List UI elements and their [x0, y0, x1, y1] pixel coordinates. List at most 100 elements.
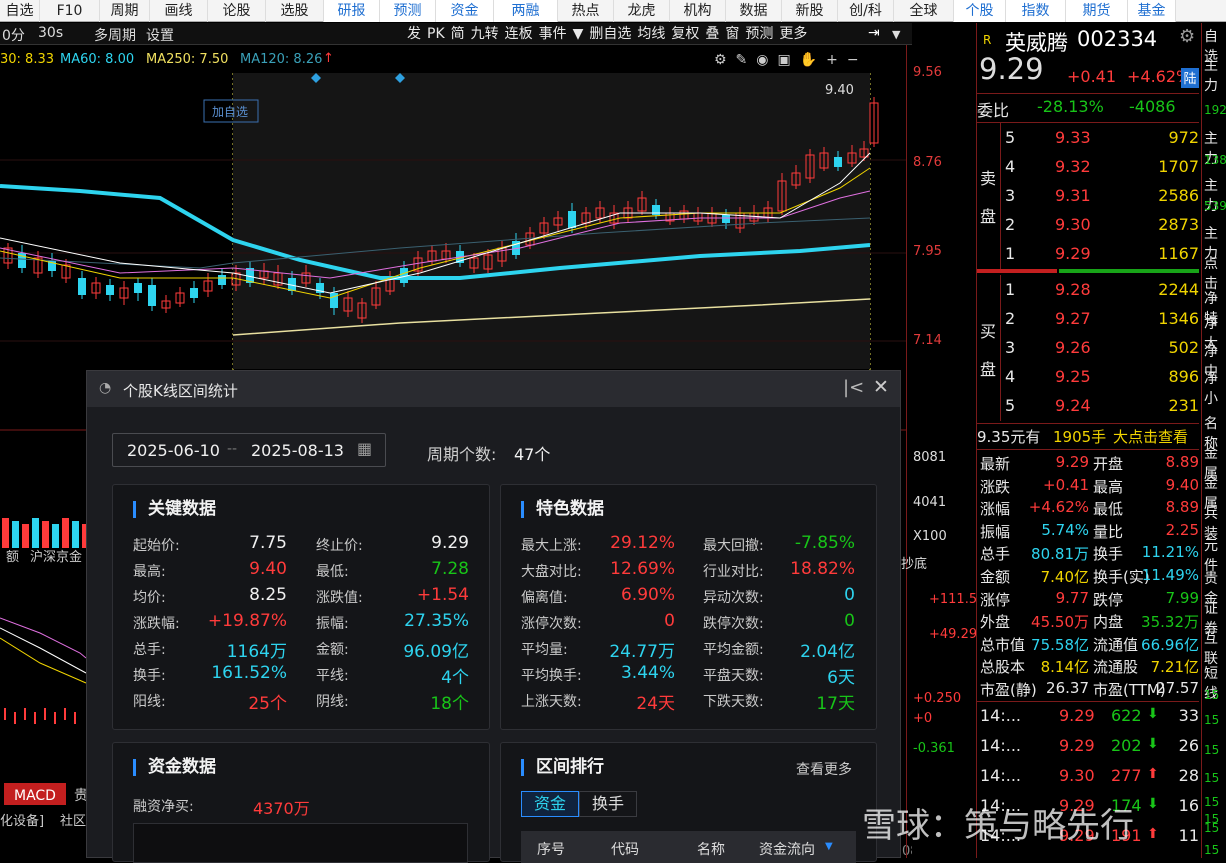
chevron-down-icon[interactable]: ▼: [892, 28, 900, 41]
candle: [568, 211, 576, 228]
tick-price: 9.29: [1059, 736, 1095, 755]
calendar-icon[interactable]: ▦: [357, 439, 372, 458]
axis-sub: +0.250: [913, 691, 962, 706]
community-label[interactable]: 社区: [60, 813, 86, 829]
volume-bar: [2, 518, 9, 548]
toolbar-item[interactable]: 简: [448, 23, 468, 45]
settings-button[interactable]: 设置: [146, 25, 174, 45]
rank-col-header: 代码: [611, 842, 639, 858]
see-more-link[interactable]: 查看更多: [796, 759, 852, 779]
indicator-line: [0, 617, 87, 659]
nav-item[interactable]: 指数: [1006, 0, 1066, 22]
rank-title: 区间排行: [521, 759, 604, 776]
tick-price: 9.30: [1059, 766, 1095, 785]
nav-item[interactable]: 个股: [954, 0, 1006, 22]
quote-label: 跌停: [1093, 590, 1124, 609]
nav-item[interactable]: 创/科: [838, 0, 894, 22]
nav-item[interactable]: F10: [40, 0, 100, 22]
nav-item[interactable]: 热点: [558, 0, 614, 22]
nav-item[interactable]: 预测: [380, 0, 436, 22]
rank-tab-turnover[interactable]: 换手: [579, 791, 637, 817]
sector-label[interactable]: 化设备]: [0, 813, 44, 829]
toolbar-item[interactable]: 连板: [502, 23, 536, 45]
nav-item[interactable]: 期货: [1066, 0, 1128, 22]
quote-value: 2.25: [1165, 520, 1199, 539]
rank-col-header[interactable]: 资金流向: [759, 839, 815, 859]
nav-item[interactable]: 两融: [494, 0, 558, 22]
nav-item[interactable]: 机构: [670, 0, 726, 22]
quote-label: 流通值: [1093, 635, 1139, 654]
toolbar-item[interactable]: 叠: [702, 23, 722, 45]
quote-value: 8.89: [1165, 453, 1199, 471]
quote-value: 9.40: [1165, 475, 1199, 494]
toolbar-item[interactable]: PK: [424, 23, 448, 45]
quote-label: 开盘: [1093, 455, 1124, 473]
toolbar-item[interactable]: 事件: [536, 23, 570, 45]
special-data-card: 特色数据 最大上涨: 29.12% 最大回撤: -7.85% 大盘对比: 12.69% 行业…: [500, 484, 877, 730]
close-icon[interactable]: ✕: [873, 376, 889, 398]
key-label: 总手:: [133, 642, 166, 658]
collapse-icon[interactable]: |<: [843, 377, 864, 398]
rank-tab-fund[interactable]: 资金: [521, 791, 579, 817]
volume-bar: [42, 521, 49, 548]
key-label: 换手:: [133, 668, 166, 684]
special-label: 平盘天数:: [703, 668, 764, 684]
ma120-value: MA120: 8.26: [240, 52, 323, 67]
toolbar-item[interactable]: 窗: [722, 23, 742, 45]
multi-period-button[interactable]: 多周期: [94, 25, 136, 45]
nav-item[interactable]: 周期: [100, 0, 150, 22]
date-end[interactable]: 2025-08-13: [251, 441, 344, 460]
toolbar-item[interactable]: 删自选: [586, 23, 634, 45]
quote-value: 11.49%: [1141, 566, 1199, 584]
axis-price: 8.76: [913, 155, 942, 170]
toolbar-item[interactable]: ▼: [570, 23, 587, 45]
ask-level: 5: [1005, 128, 1016, 147]
edge-label: 点击: [1204, 256, 1218, 292]
nav-item[interactable]: 基金: [1128, 0, 1176, 22]
edge-label: 138: [1204, 153, 1226, 167]
order-note-c[interactable]: 大点击查看: [1113, 426, 1188, 447]
key-label: 均价:: [133, 590, 166, 606]
arrow-up-icon: ↑: [323, 51, 334, 66]
quote-label: 外盘: [980, 613, 1011, 632]
toolbar-item[interactable]: 发: [404, 23, 424, 45]
stock-badge: R: [983, 33, 992, 47]
nav-item[interactable]: 资金: [436, 0, 494, 22]
nav-item[interactable]: 龙虎: [614, 0, 670, 22]
nav-item[interactable]: 选股: [266, 0, 324, 22]
special-label: 最大回撤:: [703, 538, 764, 554]
chart-tools-icons[interactable]: ⚙✎◉▣✋+−: [714, 52, 868, 68]
edge-column: 自选 主力 192 主力 138 主力 539 主力 点击 净特 净大 净中 净小 名称 金属 金属 兵装 元件贵…: [1204, 23, 1226, 858]
quote-value: 8.89: [1165, 498, 1199, 517]
ask-level: 4: [1005, 157, 1016, 176]
nav-item[interactable]: 新股: [782, 0, 838, 22]
nav-item[interactable]: 全球: [894, 0, 954, 22]
toolbar-item[interactable]: 九转: [468, 23, 502, 45]
key-value: 9.40: [249, 559, 287, 579]
price-change: +0.41: [1067, 67, 1117, 86]
nav-item[interactable]: 数据: [726, 0, 782, 22]
toolbar-item[interactable]: 复权: [668, 23, 702, 45]
nav-item[interactable]: 论股: [208, 0, 266, 22]
key-value: 161.52%: [211, 663, 287, 683]
toolbar-item[interactable]: 均线: [634, 23, 668, 45]
ask-price: 9.33: [1055, 128, 1091, 147]
special-label: 大盘对比:: [521, 564, 582, 580]
nav-item[interactable]: 画线: [150, 0, 208, 22]
quote-value: 7.99: [1165, 588, 1199, 607]
pin-icon[interactable]: ⇥: [868, 25, 880, 41]
edge-label: 主力: [1204, 58, 1218, 94]
nav-item[interactable]: 自选: [0, 0, 40, 22]
order-note-b: 1905手: [1053, 428, 1107, 446]
quote-value: 75.58亿: [1031, 635, 1089, 654]
date-start[interactable]: 2025-06-10: [127, 441, 220, 460]
period-button[interactable]: 0分: [2, 25, 25, 45]
toolbar-item[interactable]: 更多: [776, 23, 810, 45]
volume-bar: [72, 521, 79, 548]
nav-item[interactable]: 研报: [324, 0, 380, 22]
toolbar-item[interactable]: 预测: [742, 23, 776, 45]
tick-volume: 622: [1111, 706, 1142, 725]
gear-icon[interactable]: ⚙: [1179, 26, 1195, 47]
interval-select[interactable]: 30s: [38, 25, 63, 41]
sort-icon[interactable]: ▼: [825, 841, 833, 852]
